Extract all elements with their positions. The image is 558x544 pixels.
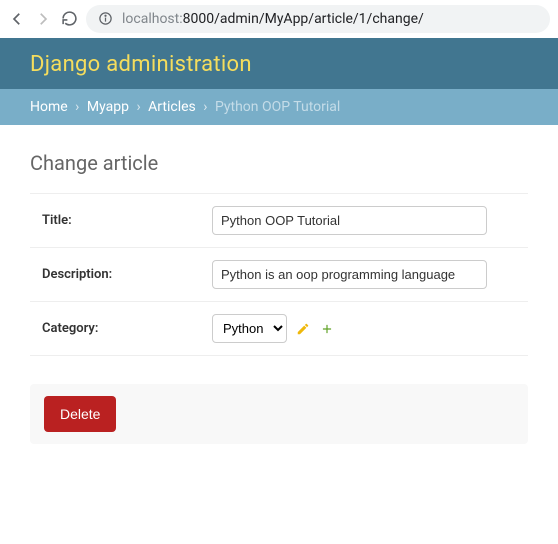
category-label: Category: [42, 321, 212, 336]
breadcrumb-sep: › [199, 99, 211, 115]
site-title[interactable]: Django administration [30, 52, 528, 77]
breadcrumb: Home › Myapp › Articles › Python OOP Tut… [0, 89, 558, 125]
form-row-category: Category: Python [30, 302, 528, 356]
category-select[interactable]: Python [212, 314, 287, 343]
breadcrumb-home[interactable]: Home [30, 99, 68, 115]
main-content: Change article Title: Description: Categ… [0, 125, 558, 462]
page-title: Change article [30, 151, 528, 175]
breadcrumb-current: Python OOP Tutorial [215, 99, 340, 115]
breadcrumb-model[interactable]: Articles [148, 99, 196, 115]
breadcrumb-sep: › [132, 99, 144, 115]
info-icon[interactable] [96, 10, 114, 28]
breadcrumb-app[interactable]: Myapp [87, 99, 129, 115]
url-text: localhost:8000/admin/MyApp/article/1/cha… [122, 11, 424, 27]
title-input[interactable] [212, 206, 487, 235]
edit-related-icon[interactable] [295, 321, 311, 337]
address-bar[interactable]: localhost:8000/admin/MyApp/article/1/cha… [86, 5, 550, 33]
admin-header: Django administration [0, 38, 558, 89]
browser-toolbar: localhost:8000/admin/MyApp/article/1/cha… [0, 0, 558, 38]
forward-icon[interactable] [34, 10, 52, 28]
form-row-title: Title: [30, 193, 528, 248]
back-icon[interactable] [8, 10, 26, 28]
reload-icon[interactable] [60, 10, 78, 28]
breadcrumb-sep: › [71, 99, 83, 115]
delete-button[interactable]: Delete [44, 396, 116, 432]
add-related-icon[interactable] [319, 321, 335, 337]
form-row-description: Description: [30, 248, 528, 302]
description-label: Description: [42, 267, 212, 282]
title-label: Title: [42, 213, 212, 228]
description-input[interactable] [212, 260, 487, 289]
submit-row: Delete [30, 384, 528, 444]
